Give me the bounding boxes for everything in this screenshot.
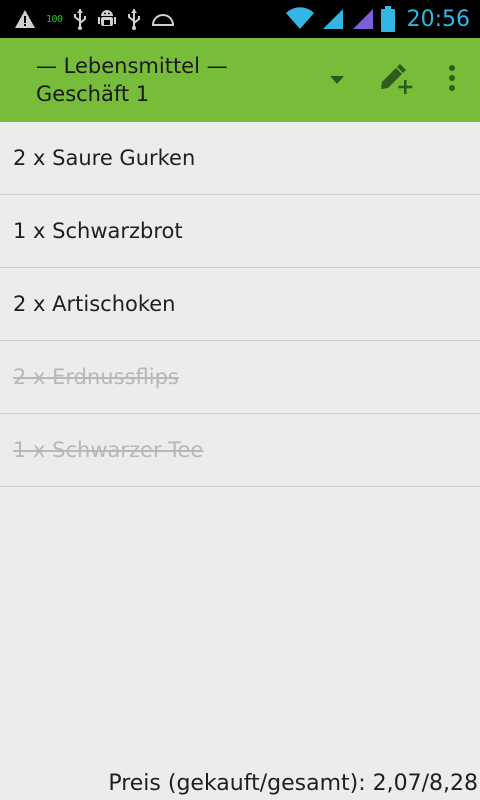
usb-icon [73, 8, 87, 30]
warning-icon [14, 9, 36, 29]
overflow-menu-icon [448, 64, 456, 96]
battery-icon [380, 6, 395, 32]
usb-icon [127, 8, 141, 30]
list-item[interactable]: 2 x Saure Gurken [0, 122, 480, 195]
list-item[interactable]: 2 x Artischoken [0, 268, 480, 341]
signal-icon [321, 7, 345, 31]
edit-add-icon [376, 58, 416, 102]
list-item-bought[interactable]: 2 x Erdnussflips [0, 341, 480, 414]
dome-icon [151, 11, 175, 27]
status-bar-system: 20:56 [285, 0, 480, 38]
list-selector[interactable]: — Lebensmittel — Geschäft 1 [0, 52, 324, 108]
list-item-bought[interactable]: 1 x Schwarzer Tee [0, 414, 480, 487]
status-bar: 100 20:56 [0, 0, 480, 38]
clock: 20:56 [406, 6, 470, 32]
overflow-menu-button[interactable] [424, 38, 480, 122]
shopping-list: 2 x Saure Gurken 1 x Schwarzbrot 2 x Art… [0, 122, 480, 487]
signal-icon [351, 7, 375, 31]
dropdown-arrow-icon[interactable] [324, 70, 350, 90]
list-title: — Lebensmittel — [36, 54, 228, 78]
wifi-icon [285, 7, 315, 31]
add-item-button[interactable] [368, 38, 424, 122]
battery-100-icon: 100 [46, 14, 63, 25]
price-summary: Preis (gekauft/gesamt): 2,07/8,28 [108, 770, 478, 796]
list-item[interactable]: 1 x Schwarzbrot [0, 195, 480, 268]
action-bar: — Lebensmittel — Geschäft 1 [0, 38, 480, 122]
android-debug-icon [97, 8, 117, 30]
store-title: Geschäft 1 [36, 82, 150, 106]
status-bar-notifications: 100 [0, 0, 175, 38]
battery-100-label: 100 [46, 13, 63, 25]
